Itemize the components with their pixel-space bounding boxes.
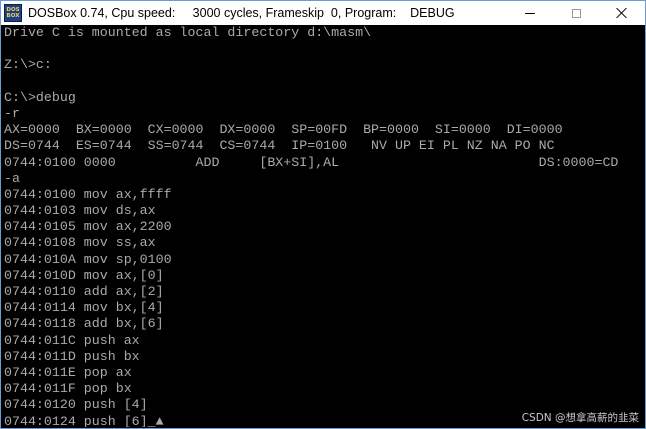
minimize-button[interactable] — [507, 1, 553, 25]
console-line: 0744:0100 0000 ADD [BX+SI],AL DS:0000=CD — [4, 154, 619, 170]
maximize-button[interactable] — [553, 1, 599, 25]
console-line: Z:\>c: — [4, 57, 52, 73]
console-line: DS=0744 ES=0744 SS=0744 CS=0744 IP=0100 … — [4, 138, 555, 154]
close-button[interactable] — [599, 1, 645, 25]
console-line: 0744:0103 mov ds,ax — [4, 203, 156, 219]
console-line: Drive C is mounted as local directory d:… — [4, 25, 372, 40]
console-line: 0744:0118 add bx,[6] — [4, 316, 164, 332]
dosbox-window: DOS BOX DOSBox 0.74, Cpu speed: 3000 cyc… — [0, 0, 646, 429]
console-line: 0744:010D mov ax,[0] — [4, 267, 164, 283]
title-bar[interactable]: DOS BOX DOSBox 0.74, Cpu speed: 3000 cyc… — [1, 1, 645, 25]
console-line: 0744:011F pop bx — [4, 381, 132, 397]
maximize-icon — [571, 8, 581, 18]
console-line: 0744:0114 mov bx,[4] — [4, 300, 164, 316]
console-line: 0744:0100 mov ax,ffff — [4, 186, 172, 202]
console-line: 0744:011C push ax — [4, 332, 140, 348]
dosbox-app-icon[interactable]: DOS BOX — [4, 4, 22, 22]
console-line-text: 0744:0124 push [6] — [4, 413, 148, 428]
watermark: CSDN @想拿高薪的韭菜 — [521, 412, 639, 424]
dos-console[interactable]: Drive C is mounted as local directory d:… — [4, 25, 644, 427]
console-line: 0744:010A mov sp,0100 — [4, 251, 172, 267]
console-line: 0744:0110 add ax,[2] — [4, 284, 164, 299]
console-line: 0744:0108 mov ss,ax — [4, 235, 156, 251]
console-line: -r — [4, 105, 20, 121]
console-line: -a — [4, 170, 20, 186]
minimize-icon — [525, 12, 535, 14]
app-icon-text-bottom: BOX — [6, 13, 20, 19]
close-icon — [616, 7, 628, 19]
console-line: C:\>debug — [4, 89, 76, 105]
console-line: 0744:011E pop ax — [4, 364, 132, 380]
console-line: 0744:011D push bx — [4, 348, 140, 364]
window-title: DOSBox 0.74, Cpu speed: 3000 cycles, Fra… — [28, 6, 455, 20]
console-line: 0744:0105 mov ax,2200 — [4, 219, 172, 235]
cursor-icon: _▲ — [147, 413, 164, 428]
console-line: AX=0000 BX=0000 CX=0000 DX=0000 SP=00FD … — [4, 122, 563, 138]
